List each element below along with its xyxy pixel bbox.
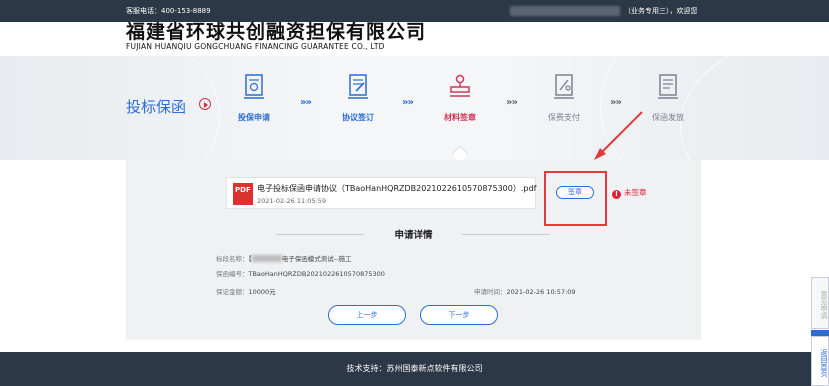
play-icon (199, 98, 211, 110)
amount-value: 10000元 (248, 288, 276, 296)
step-issue: 保函发放 (638, 72, 698, 123)
detail-number: 保函编号：TBaoHanHQRZDB2021022610570875300 (216, 268, 385, 278)
step-agreement: 协议签订 (328, 72, 388, 123)
step-label: 保费支付 (548, 113, 580, 122)
amount-label: 保证金额： (216, 288, 249, 296)
document-time: 2021-02-26 11:05:59 (257, 197, 327, 205)
bid-value: 电子保函模式测试--施工 (281, 255, 352, 263)
welcome-text: （业务专用三），欢迎您 (624, 7, 698, 15)
company-name-en: FUJIAN HUANQIU GONGCHUANG FINANCING GUAR… (126, 42, 385, 51)
step-arrow: »» (506, 97, 518, 108)
issue-icon (654, 72, 682, 100)
step-stamp: 材料签章 (430, 72, 490, 123)
agreement-icon (344, 72, 372, 100)
document-card[interactable]: PDF 电子投标保函申请协议（TBaoHanHQRZDB202102261057… (226, 177, 536, 209)
sign-status: ! 未签章 (612, 187, 647, 199)
sign-status-text: 未签章 (624, 188, 647, 197)
step-label: 材料签章 (444, 113, 476, 122)
bid-label: 标段名称： (216, 255, 249, 263)
step-arrow: »» (610, 97, 622, 108)
company-name-cn: 福建省环球共创融资担保有限公司 (126, 21, 427, 43)
number-label: 保函编号： (216, 270, 249, 278)
step-arrow: »» (402, 97, 414, 108)
top-bar: 客服电话：400-153-8889 （业务专用三），欢迎您 (0, 0, 829, 22)
next-step-button[interactable]: 下一步 (420, 305, 498, 325)
service-phone: 客服电话：400-153-8889 (126, 7, 211, 15)
content-panel: PDF 电子投标保函申请协议（TBaoHanHQRZDB202102261057… (126, 160, 701, 340)
details-title: 申请详情 (394, 230, 433, 241)
step-label: 投保申请 (238, 113, 270, 122)
divider (462, 234, 550, 235)
apply-time-label: 申请时间： (474, 288, 507, 296)
product-title: 投标保函 (126, 98, 187, 116)
step-arrow: »» (300, 97, 312, 108)
back-home-tool[interactable]: 返回首页 (811, 336, 829, 386)
apply-time-value: 2021-02-26 10:57:09 (506, 288, 576, 296)
user-name-redacted (510, 6, 620, 16)
step-label: 保函发放 (652, 113, 684, 122)
detail-amount: 保证金额：10000元 (216, 286, 276, 296)
step-label: 协议签订 (342, 113, 374, 122)
prev-step-button[interactable]: 上一步 (328, 305, 406, 325)
detail-bid: 标段名称：【 电子保函模式测试--施工 (216, 255, 352, 263)
sign-button[interactable]: 签章 (556, 186, 594, 199)
pdf-icon: PDF (233, 183, 253, 205)
number-value: TBaoHanHQRZDB2021022610570875300 (248, 270, 385, 278)
tech-support: 技术支持：苏州国泰新点软件有限公司 (346, 364, 483, 373)
progress-banner: 投标保函 投保申请 »» 协议签订 »» 材料签章 »» 保费支付 »» 保函发… (0, 56, 829, 160)
application-icon (240, 72, 268, 100)
step-payment: 保费支付 (534, 72, 594, 123)
active-step-pointer (451, 145, 469, 160)
site-footer: 技术支持：苏州国泰新点软件有限公司 (0, 352, 829, 386)
redacted-text (251, 255, 282, 262)
step-application: 投保申请 (224, 72, 284, 123)
detail-apply-time: 申请时间：2021-02-26 10:57:09 (474, 286, 576, 296)
document-name[interactable]: 电子投标保函申请协议（TBaoHanHQRZDB2021022610570875… (257, 183, 536, 194)
feedback-tool[interactable]: 意见申请 (811, 277, 829, 329)
stamp-icon (446, 72, 474, 100)
payment-icon (550, 72, 578, 100)
alert-icon: ! (612, 190, 621, 199)
